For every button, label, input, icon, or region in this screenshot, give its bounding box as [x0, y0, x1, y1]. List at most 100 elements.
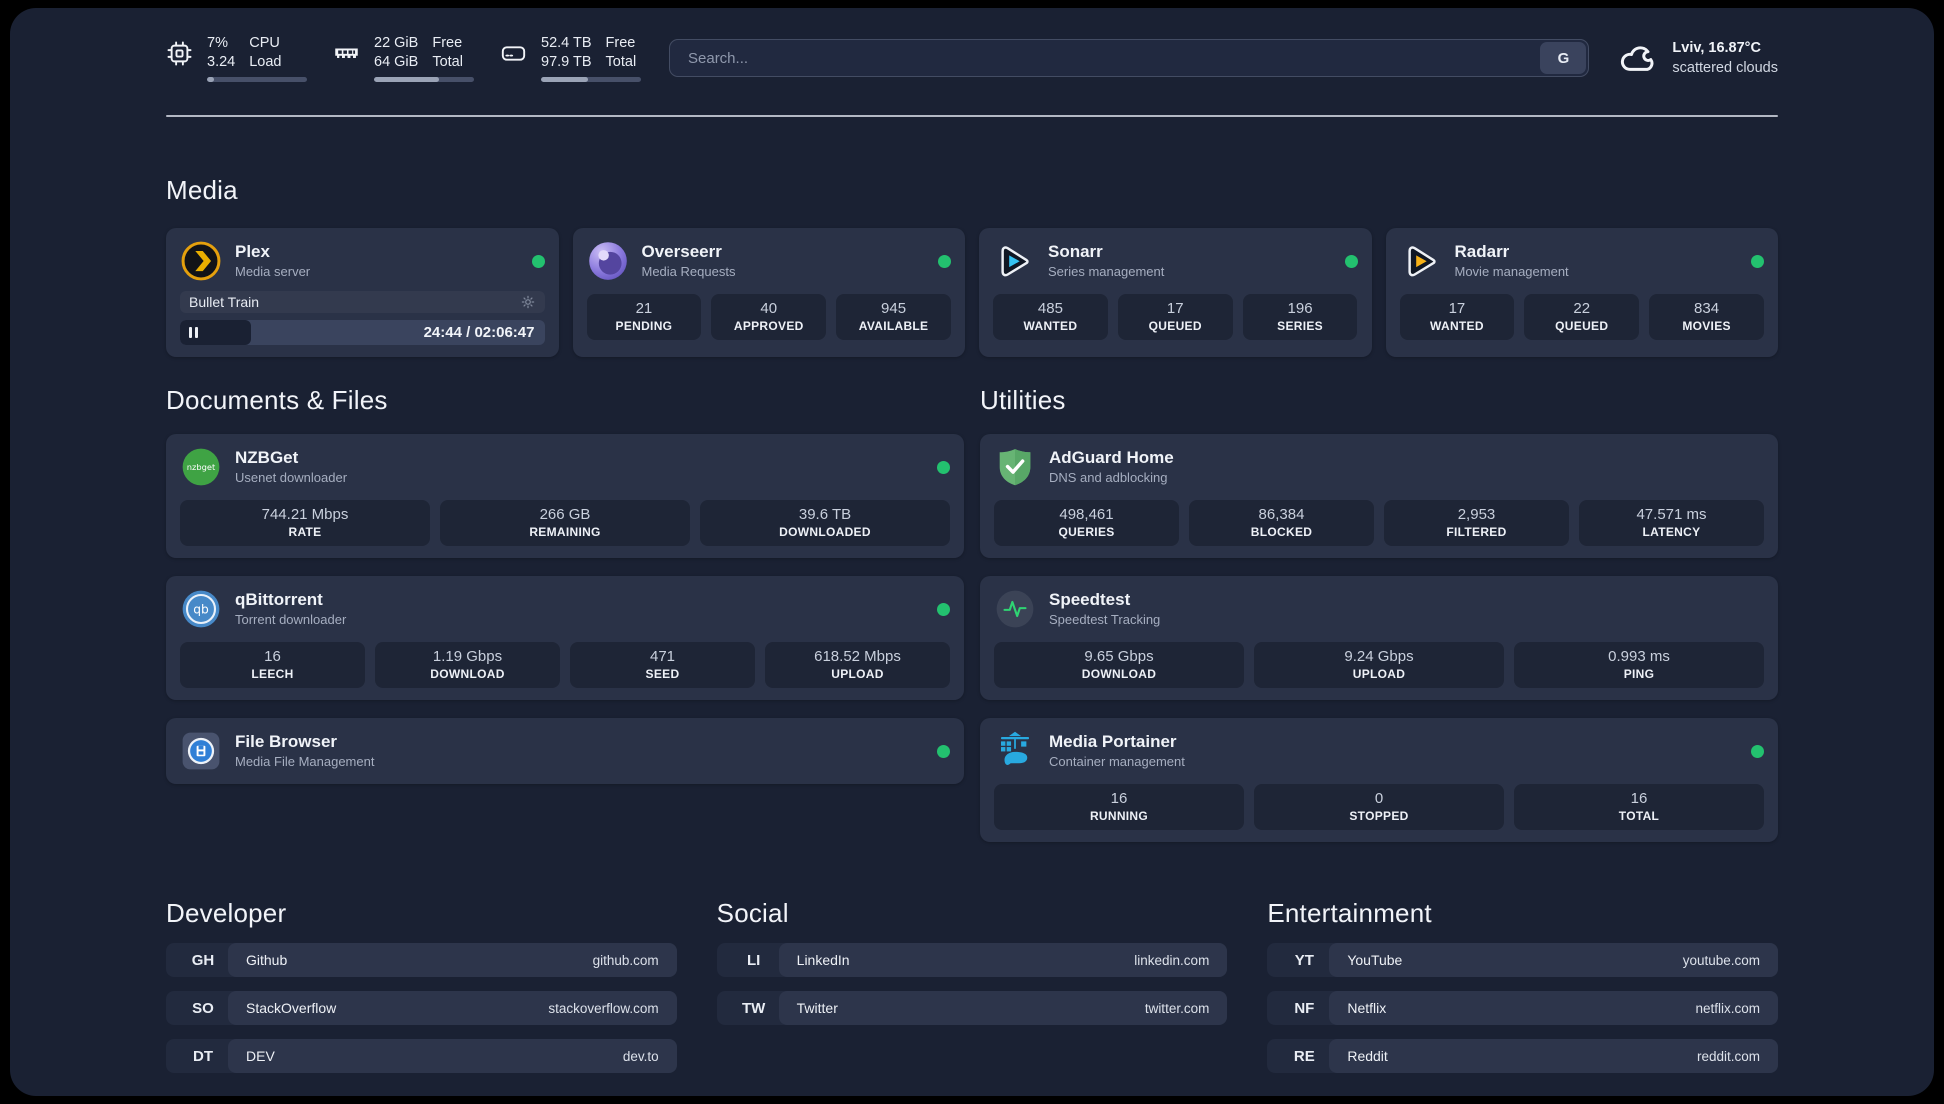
cpu-label: CPU [249, 34, 280, 51]
link-name: Netflix [1347, 1000, 1387, 1016]
app-card-portainer[interactable]: Media Portainer Container management 16 … [980, 718, 1778, 842]
sonarr-icon [1001, 246, 1029, 277]
storage-free-value: 52.4 TB [541, 34, 592, 51]
app-card-plex[interactable]: Plex Media server Bullet Train 24:44 / 0… [166, 228, 559, 357]
stat-value: 471 [649, 648, 676, 665]
stat-tile: 47.571 ms LATENCY [1579, 500, 1764, 546]
stat-label: PENDING [615, 319, 673, 333]
divider [166, 115, 1778, 117]
status-dot [937, 602, 950, 616]
app-card-speedtest[interactable]: Speedtest Speedtest Tracking 9.65 Gbps D… [980, 576, 1778, 700]
link-name: Reddit [1347, 1048, 1388, 1064]
stat-label: FILTERED [1446, 525, 1507, 539]
svg-text:qb: qb [193, 602, 209, 616]
system-stats: 7% 3.24 CPU Load 22 GiB 64 GiB Free Tota… [166, 34, 641, 83]
stat-label: UPLOAD [1352, 667, 1406, 681]
adguard-icon [999, 449, 1031, 486]
disk-icon [501, 45, 526, 61]
cpu-stat: 7% 3.24 CPU Load [166, 34, 307, 83]
link-dev[interactable]: DT DEV dev.to [166, 1039, 677, 1073]
app-name: Media Portainer [1049, 732, 1177, 751]
link-github[interactable]: GH Github github.com [166, 943, 677, 977]
playback-time: 24:44 / 02:06:47 [423, 324, 535, 341]
cpu-icon [167, 41, 192, 65]
pause-icon [189, 327, 192, 338]
link-reddit[interactable]: RE Reddit reddit.com [1267, 1039, 1778, 1073]
stat-value: 0.993 ms [1608, 648, 1670, 665]
stat-label: LATENCY [1642, 525, 1701, 539]
playback-progress-bar: 24:44 / 02:06:47 [180, 320, 545, 345]
status-dot [937, 744, 950, 758]
app-card-filebrowser[interactable]: File Browser Media File Management [166, 718, 964, 784]
link-twitter[interactable]: TW Twitter twitter.com [716, 991, 1228, 1025]
stat-label: QUERIES [1058, 525, 1115, 539]
settings-icon[interactable] [520, 294, 536, 310]
app-card-nzbget[interactable]: nzbget NZBGet Usenet downloader 744.21 M… [166, 434, 964, 558]
storage-total-label: Total [605, 54, 637, 70]
stat-label: SEED [645, 667, 680, 681]
search-input[interactable] [670, 49, 1539, 67]
stat-value: 945 [881, 300, 907, 317]
weather-location-temp: Lviv, 16.87°C [1672, 40, 1761, 56]
app-card-overseerr[interactable]: Overseerr Media Requests 21 PENDING 40 A… [572, 228, 965, 357]
stat-value: 47.571 ms [1636, 506, 1707, 523]
stat-value: 9.24 Gbps [1344, 648, 1414, 665]
link-stackoverflow[interactable]: SO StackOverflow stackoverflow.com [166, 991, 677, 1025]
ram-icon [335, 47, 358, 58]
app-card-adguard[interactable]: AdGuard Home DNS and adblocking 498,461 … [980, 434, 1778, 558]
cpu-progress-track [207, 77, 307, 83]
now-playing-row: Bullet Train [180, 291, 545, 313]
developer-links: Developer GH Github github.com SO StackO… [166, 898, 677, 1073]
link-linkedin[interactable]: LI LinkedIn linkedin.com [716, 943, 1228, 977]
app-name: Plex [235, 242, 270, 261]
stat-tile: 485 WANTED [993, 294, 1108, 340]
stat-tile: 9.24 Gbps UPLOAD [1254, 642, 1504, 688]
app-name: Sonarr [1048, 242, 1103, 261]
stat-value: 17 [1166, 300, 1184, 317]
portainer-icon [1001, 731, 1029, 765]
storage-stat: 52.4 TB 97.9 TB Free Total [500, 34, 641, 83]
link-name: Github [246, 952, 288, 968]
stat-value: 744.21 Mbps [261, 506, 349, 523]
link-name: DEV [246, 1048, 275, 1064]
section-title-developer: Developer [166, 898, 287, 928]
stat-tile: 16 RUNNING [994, 784, 1244, 830]
app-card-radarr[interactable]: Radarr Movie management 17 WANTED 22 QUE… [1385, 228, 1778, 357]
app-name: Radarr [1454, 242, 1510, 261]
stat-value: 266 GB [539, 506, 591, 523]
section-title-utilities: Utilities [980, 385, 1066, 415]
stat-label: DOWNLOADED [779, 525, 871, 539]
stat-value: 196 [1287, 300, 1313, 317]
stat-label: DOWNLOAD [430, 667, 505, 681]
link-name: LinkedIn [796, 952, 850, 968]
stat-tile: 618.52 Mbps UPLOAD [765, 642, 950, 688]
entertainment-links: Entertainment YT YouTube youtube.com NF … [1267, 898, 1778, 1073]
search-engine-button[interactable]: G [1540, 42, 1587, 74]
section-title-social: Social [716, 898, 789, 928]
stat-tile: 16 TOTAL [1514, 784, 1764, 830]
stat-tile: 471 SEED [570, 642, 755, 688]
status-dot [531, 254, 545, 268]
cpu-load-value: 3.24 [207, 54, 236, 70]
app-card-qbittorrent[interactable]: qb qBittorrent Torrent downloader 16 LEE… [166, 576, 964, 700]
stat-tile: 86,384 BLOCKED [1189, 500, 1374, 546]
app-subtitle: Movie management [1454, 264, 1569, 280]
stat-label: REMAINING [529, 525, 601, 539]
stat-label: TOTAL [1618, 809, 1660, 823]
topbar: 7% 3.24 CPU Load 22 GiB 64 GiB Free Tota… [166, 34, 1778, 83]
stat-tile: 0.993 ms PING [1514, 642, 1764, 688]
storage-total-value: 97.9 TB [541, 54, 592, 70]
stat-tile: 9.65 Gbps DOWNLOAD [994, 642, 1244, 688]
link-youtube[interactable]: YT YouTube youtube.com [1267, 943, 1778, 977]
qbittorrent-icon: qb [182, 590, 220, 628]
stat-value: 2,953 [1457, 506, 1496, 523]
documents-column: Documents & Files nzbget NZBGet Usenet d… [166, 385, 964, 784]
svg-text:nzbget: nzbget [187, 462, 216, 472]
link-url: netflix.com [1695, 1000, 1760, 1016]
stat-value: 21 [635, 300, 653, 317]
section-title-entertainment: Entertainment [1267, 898, 1432, 928]
link-netflix[interactable]: NF Netflix netflix.com [1267, 991, 1778, 1025]
search-bar: G [669, 39, 1590, 77]
app-card-sonarr[interactable]: Sonarr Series management 485 WANTED 17 Q… [979, 228, 1372, 357]
memory-free-value: 22 GiB [374, 34, 419, 51]
